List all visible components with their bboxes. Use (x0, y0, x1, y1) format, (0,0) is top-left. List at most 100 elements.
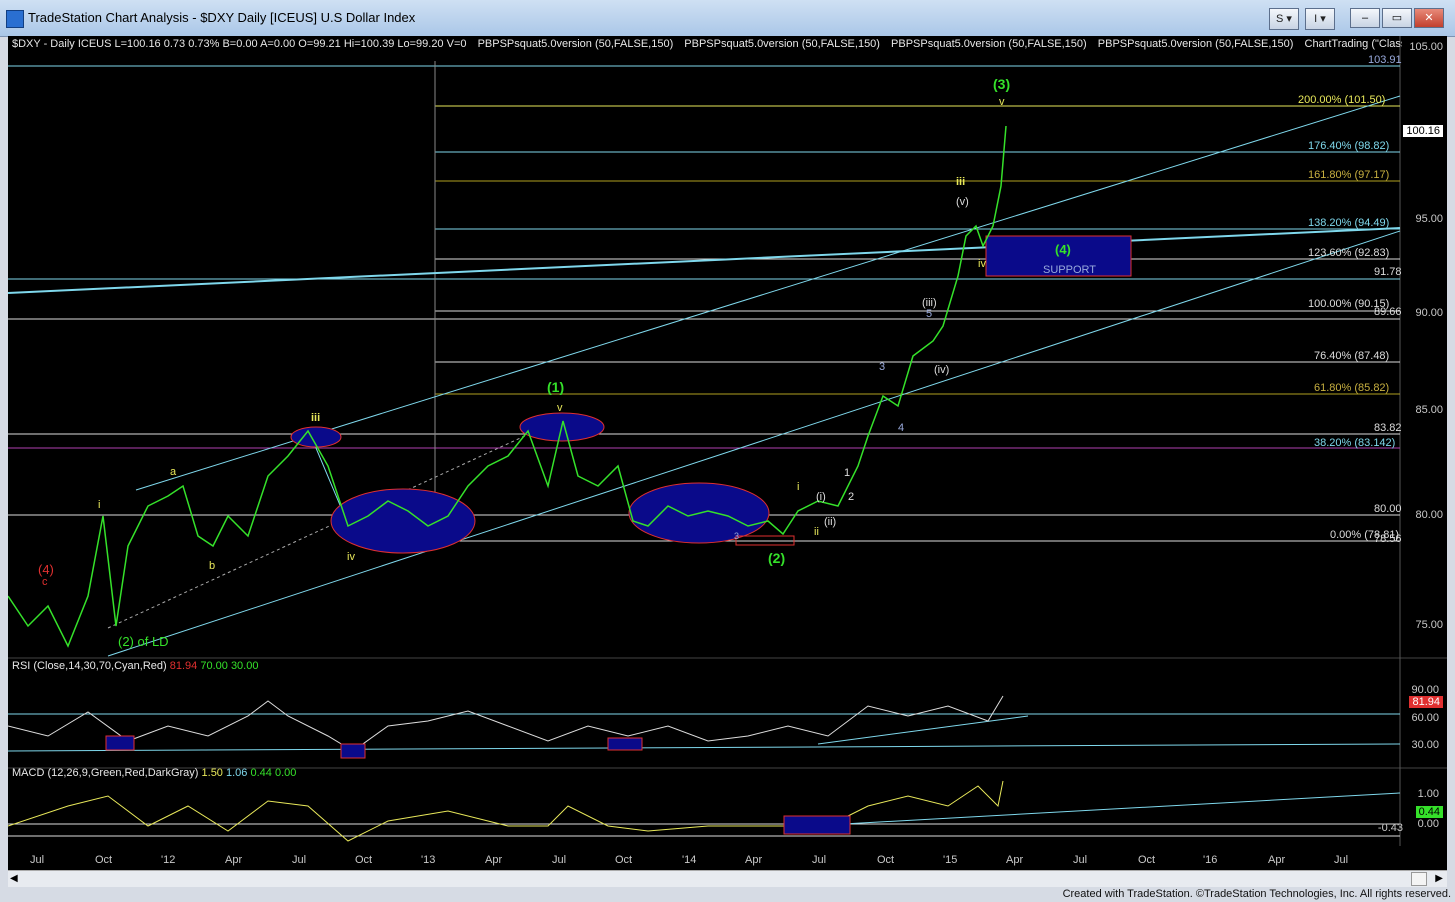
date-label: '16 (1203, 854, 1218, 866)
date-label: '12 (161, 854, 176, 866)
date-label: Oct (355, 854, 373, 866)
rsi-trend (8, 743, 1401, 752)
scroll-right-icon[interactable]: ▶ (1435, 873, 1443, 884)
wave-label: (1) (547, 379, 565, 395)
wave-label: iv (347, 551, 355, 563)
fib-label: 61.80% (85.82) (1314, 382, 1390, 394)
wave-label: (2) of LD (118, 634, 169, 649)
wave-label: 3 (879, 361, 886, 373)
minimize-icon[interactable]: – (1350, 8, 1380, 28)
date-label: Jul (30, 854, 45, 866)
fib-label: 200.00% (101.50) (1298, 94, 1386, 106)
wave-label: a (170, 466, 177, 478)
wave-label: (i) (816, 491, 826, 503)
title-bar: TradeStation Chart Analysis - $DXY Daily… (0, 0, 1455, 37)
scroll-thumb[interactable] (1411, 872, 1427, 886)
horizontal-scrollbar[interactable]: ◀ ▶ (8, 870, 1447, 887)
date-label: Apr (1268, 854, 1286, 866)
date-label: Oct (1138, 854, 1156, 866)
level-label: 103.91 (1368, 54, 1402, 66)
level-label: 80.00 (1374, 503, 1402, 515)
fib-label: 123.60% (92.83) (1308, 247, 1390, 259)
indicator-label: PBPSPsquat5.0version (50,FALSE,150) (1097, 38, 1294, 50)
i-menu-button[interactable]: I ▾ (1305, 8, 1335, 30)
scroll-left-icon[interactable]: ◀ (10, 873, 18, 884)
rsi-box (340, 743, 366, 759)
rsi-axis: 90.00 (1411, 684, 1439, 696)
wave-label: iii (311, 412, 321, 424)
fib-label: 161.80% (97.17) (1308, 169, 1390, 181)
date-label: '14 (682, 854, 697, 866)
symbol-info: $DXY - Daily ICEUS L=100.16 0.73 0.73% B… (12, 38, 467, 50)
restore-icon[interactable]: ▭ (1382, 8, 1412, 28)
macd-line (8, 780, 1004, 842)
charttrading-label: ChartTrading ("Classic",Tr... (1304, 38, 1403, 50)
date-label: Oct (877, 854, 895, 866)
tradestation-icon (6, 10, 24, 28)
date-label: '15 (943, 854, 958, 866)
axis-75: 75.00 (1415, 619, 1443, 631)
fib-label: 176.40% (98.82) (1308, 140, 1390, 152)
wave-label: (4) (1055, 242, 1071, 257)
macd-axis: 1.00 (1417, 788, 1439, 800)
rsi-box (607, 737, 643, 751)
macd-value-marker: 0.44 (1415, 806, 1443, 818)
window-title: TradeStation Chart Analysis - $DXY Daily… (28, 10, 416, 25)
wave-label: 3 (734, 531, 740, 541)
indicator-label: PBPSPsquat5.0version (50,FALSE,150) (477, 38, 674, 50)
footer-credit: Created with TradeStation. ©TradeStation… (1062, 888, 1451, 900)
macd-axis: 0.00 (1417, 818, 1439, 830)
level-label: 83.82 (1374, 422, 1402, 434)
rsi-title: RSI (Close,14,30,70,Cyan,Red) 81.94 70.0… (12, 660, 259, 672)
wave-label: c (42, 576, 48, 588)
date-label: Oct (615, 854, 633, 866)
wave-label: (v) (956, 196, 969, 208)
wave-label: i (797, 481, 800, 493)
wave-label: 2 (848, 491, 855, 503)
wave-label: b (209, 560, 216, 572)
date-label: Apr (745, 854, 763, 866)
date-label: Apr (225, 854, 243, 866)
macd-axis: -0.43 (1377, 822, 1403, 834)
axis-85: 85.00 (1415, 404, 1443, 416)
wave-label: 1 (844, 467, 851, 479)
level-label: 91.78 (1374, 266, 1402, 278)
date-label: '13 (421, 854, 436, 866)
axis-95: 95.00 (1415, 213, 1443, 225)
chart-svg (8, 36, 1447, 846)
wave-label: (iv) (934, 364, 950, 376)
macd-box (783, 815, 851, 835)
macd-title: MACD (12,26,9,Green,Red,DarkGray) 1.50 1… (12, 767, 297, 779)
chart-header: $DXY - Daily ICEUS L=100.16 0.73 0.73% B… (12, 38, 1402, 50)
s-menu-button[interactable]: S ▾ (1269, 8, 1299, 30)
indicator-label: PBPSPsquat5.0version (50,FALSE,150) (684, 38, 880, 50)
date-label: Oct (95, 854, 113, 866)
wave-label: 4 (898, 422, 905, 434)
trend-line (8, 227, 1401, 294)
fib-label: 38.20% (83.142) (1314, 437, 1396, 449)
wave-label: 5 (926, 308, 933, 320)
chart-area[interactable]: $DXY - Daily ICEUS L=100.16 0.73 0.73% B… (8, 36, 1447, 870)
date-label: Jul (1073, 854, 1088, 866)
close-icon[interactable]: ✕ (1414, 8, 1444, 28)
last-price-marker: 100.16 (1403, 125, 1443, 137)
fib-label: 138.20% (94.49) (1308, 217, 1390, 229)
indicator-label: PBPSPsquat5.0version (50,FALSE,150) (891, 38, 1087, 50)
rsi-axis: 30.00 (1411, 739, 1439, 751)
wave-label: iii (956, 176, 966, 188)
date-label: Jul (292, 854, 307, 866)
axis-90: 90.00 (1415, 307, 1443, 319)
date-label: Apr (485, 854, 503, 866)
support-label: SUPPORT (1043, 264, 1096, 276)
price-series (8, 125, 1007, 648)
rsi-box (105, 735, 135, 751)
date-label: Apr (1006, 854, 1024, 866)
axis-80: 80.00 (1415, 509, 1443, 521)
wave-label: i (98, 499, 101, 511)
wave-label: (2) (768, 550, 786, 566)
rsi-line (8, 695, 1004, 752)
wave-label: iv (978, 258, 986, 270)
wave-label: ii (814, 526, 819, 538)
date-label: Jul (812, 854, 827, 866)
date-label: Jul (552, 854, 567, 866)
